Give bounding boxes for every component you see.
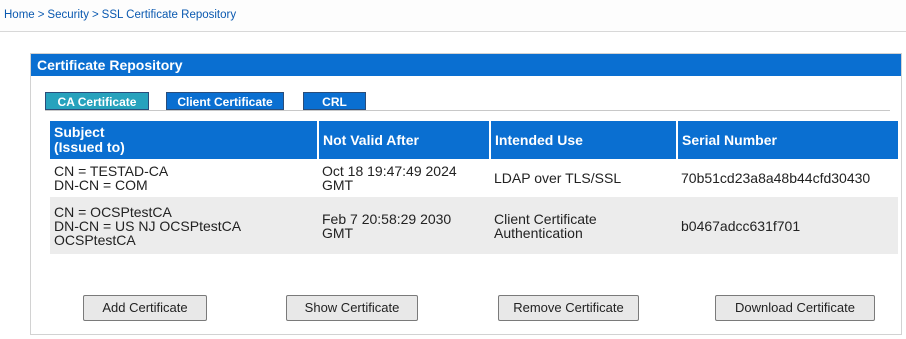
header-serial-number: Serial Number — [682, 131, 777, 148]
table-header-row: Subject (Issued to) Not Valid After Inte… — [50, 121, 898, 159]
column-header-serial-number[interactable]: Serial Number — [677, 121, 898, 159]
breadcrumb-home-link[interactable]: Home — [4, 9, 35, 21]
show-certificate-button[interactable]: Show Certificate — [286, 295, 418, 321]
column-header-intended-use[interactable]: Intended Use — [490, 121, 678, 159]
breadcrumb-separator: > — [91, 9, 99, 21]
download-certificate-button[interactable]: Download Certificate — [715, 295, 875, 321]
certificate-repository-panel: Certificate Repository CA Certificate Cl… — [30, 53, 902, 335]
intended-use-line: Authentication — [494, 224, 583, 241]
date-line: GMT — [322, 177, 354, 193]
column-header-not-valid-after[interactable]: Not Valid After — [318, 121, 491, 159]
cell-subject: CN = OCSPtestCA DN-CN = US NJ OCSPtestCA… — [50, 197, 318, 254]
intended-use-line: LDAP over TLS/SSL — [494, 170, 622, 186]
certificate-tabs: CA Certificate Client Certificate CRL — [45, 92, 901, 111]
breadcrumb-separator: > — [37, 9, 45, 21]
subject-line: DN-CN = US NJ OCSPtestCA — [54, 217, 242, 234]
breadcrumb-security-link[interactable]: Security — [47, 9, 89, 21]
header-intended-use: Intended Use — [495, 131, 583, 148]
date-line: GMT — [322, 224, 354, 241]
subject-line: CN = OCSPtestCA — [54, 203, 172, 220]
breadcrumb-bar: Home > Security > SSL Certificate Repository — [0, 0, 906, 32]
cell-not-valid-after: Oct 18 19:47:49 2024 GMT — [318, 159, 490, 197]
header-subject-line-2: (Issued to) — [54, 139, 125, 155]
certificate-table: Subject (Issued to) Not Valid After Inte… — [50, 121, 898, 254]
cell-serial-number: b0467adcc631f701 — [677, 197, 898, 254]
tab-ca-certificate[interactable]: CA Certificate — [45, 92, 149, 110]
tab-crl[interactable]: CRL — [303, 92, 366, 110]
table-row[interactable]: CN = OCSPtestCA DN-CN = US NJ OCSPtestCA… — [50, 197, 898, 254]
cell-serial-number: 70b51cd23a8a48b44cfd30430 — [677, 159, 898, 197]
cell-subject: CN = TESTAD-CA DN-CN = COM — [50, 159, 318, 197]
table-row[interactable]: CN = TESTAD-CA DN-CN = COM Oct 18 19:47:… — [50, 159, 898, 197]
breadcrumb: Home > Security > SSL Certificate Repository — [4, 9, 236, 21]
subject-line: CN = TESTAD-CA — [54, 163, 169, 179]
header-not-valid-after: Not Valid After — [323, 131, 419, 148]
date-line: Feb 7 20:58:29 2030 — [322, 210, 452, 227]
remove-certificate-button[interactable]: Remove Certificate — [498, 295, 639, 321]
subject-line: DN-CN = COM — [54, 177, 148, 193]
column-header-subject[interactable]: Subject (Issued to) — [50, 121, 319, 159]
breadcrumb-current-page: SSL Certificate Repository — [101, 9, 237, 21]
date-line: Oct 18 19:47:49 2024 — [322, 163, 457, 179]
intended-use-line: Client Certificate — [494, 210, 597, 227]
header-subject-line-1: Subject — [54, 124, 105, 140]
cell-intended-use: LDAP over TLS/SSL — [490, 159, 677, 197]
add-certificate-button[interactable]: Add Certificate — [83, 295, 207, 321]
panel-title: Certificate Repository — [31, 54, 901, 76]
cell-intended-use: Client Certificate Authentication — [490, 197, 677, 254]
tab-client-certificate[interactable]: Client Certificate — [166, 92, 284, 110]
cell-not-valid-after: Feb 7 20:58:29 2030 GMT — [318, 197, 490, 254]
tab-underline — [45, 110, 890, 111]
subject-line: OCSPtestCA — [54, 231, 136, 248]
